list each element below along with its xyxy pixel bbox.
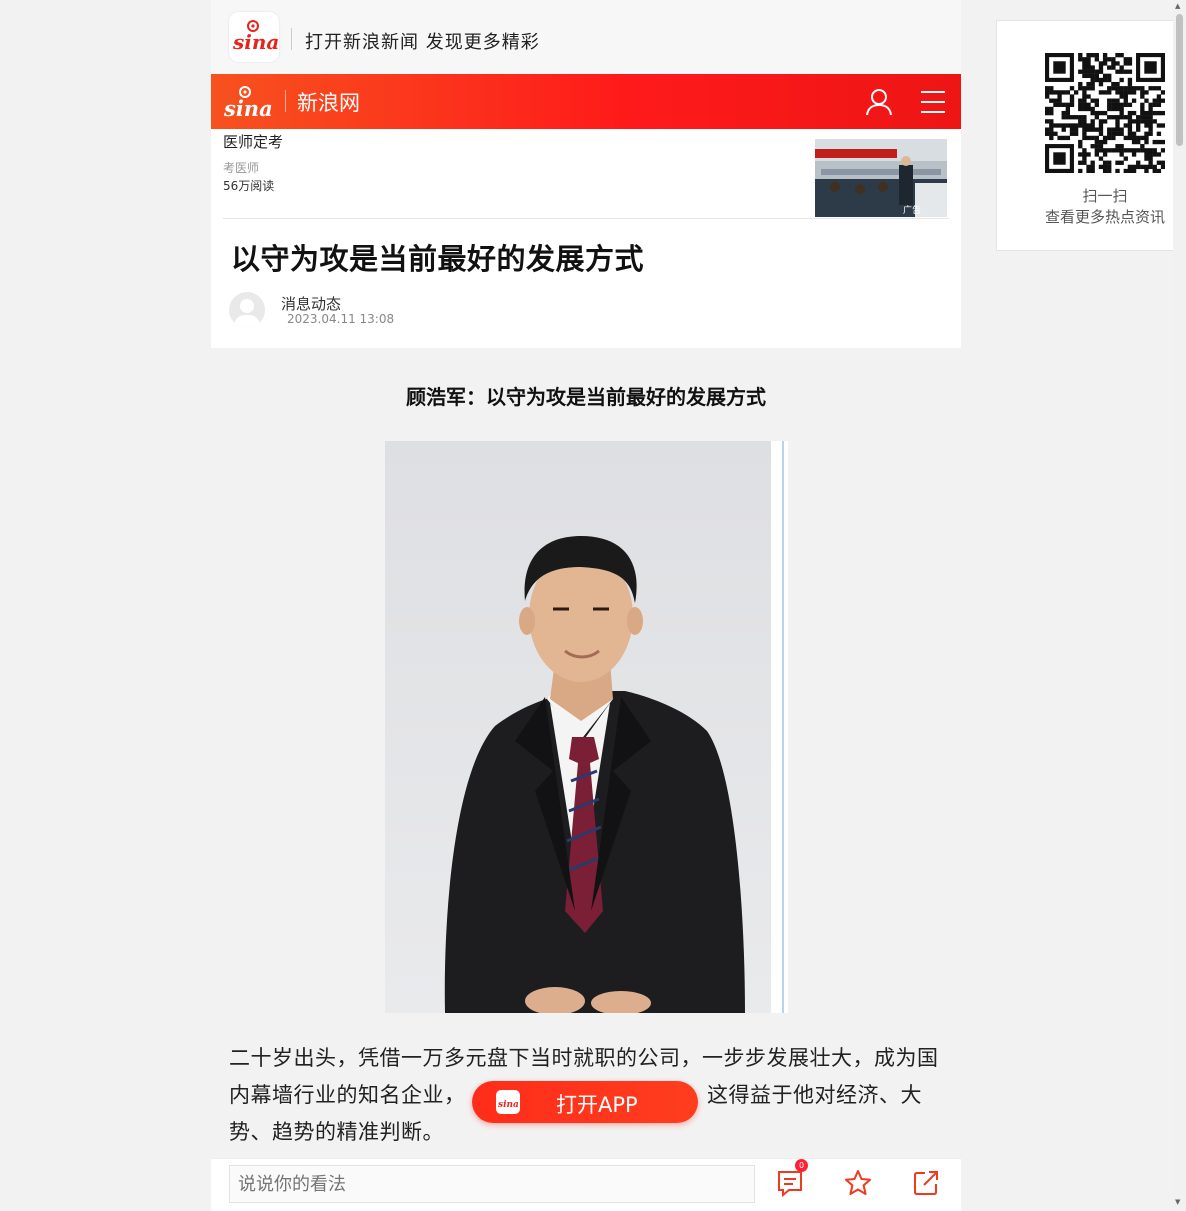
- svg-text:sina: sina: [498, 1100, 519, 1110]
- comment-input[interactable]: [229, 1165, 755, 1203]
- ad-image: 广告: [815, 139, 947, 217]
- share-icon[interactable]: [911, 1168, 941, 1198]
- portrait-photo: [385, 441, 788, 1015]
- favorite-star-icon[interactable]: [843, 1168, 873, 1198]
- comment-icon[interactable]: [775, 1168, 805, 1198]
- svg-text:sina: sina: [223, 96, 273, 121]
- scroll-up-arrow-icon[interactable]: ▲: [1175, 2, 1180, 10]
- qr-caption-scan: 扫一扫: [1082, 187, 1128, 205]
- header-divider: [285, 90, 286, 112]
- qr-code: [1045, 53, 1166, 174]
- sina-app-logo-icon: sina: [229, 12, 279, 62]
- article-title: 以守为攻是当前最好的发展方式: [231, 242, 645, 276]
- mobile-page: sina 打开新浪新闻 发现更多精彩 sina 新浪网 医师定考 考医师 56万…: [211, 0, 961, 1211]
- author-name[interactable]: 消息动态: [281, 293, 341, 314]
- download-banner[interactable]: sina 打开新浪新闻 发现更多精彩: [211, 0, 961, 74]
- banner-divider: [291, 28, 292, 50]
- menu-icon[interactable]: [917, 86, 949, 118]
- ad-card[interactable]: 医师定考 考医师 56万阅读 广告: [223, 129, 949, 219]
- bottom-action-bar: 0: [211, 1158, 961, 1211]
- ad-source: 考医师: [223, 161, 260, 175]
- sina-logo-icon[interactable]: sina: [223, 82, 275, 122]
- svg-text:sina: sina: [232, 30, 279, 54]
- qr-code-card: 扫一扫 查看更多热点资讯: [996, 20, 1174, 251]
- sina-small-logo-icon: sina: [496, 1090, 520, 1114]
- site-header: sina 新浪网: [211, 74, 961, 129]
- user-icon[interactable]: [863, 86, 895, 118]
- comment-count-badge: 0: [795, 1159, 808, 1172]
- ad-badge: 广告: [903, 204, 921, 216]
- page-scrollbar[interactable]: ▲ ▼: [1173, 0, 1186, 1210]
- qr-caption-more: 查看更多热点资讯: [1044, 208, 1165, 226]
- open-app-label: 打开APP: [556, 1093, 638, 1117]
- author-avatar[interactable]: [229, 292, 265, 328]
- publish-date: 2023.04.11 13:08: [287, 312, 395, 326]
- banner-text: 打开新浪新闻 发现更多精彩: [305, 32, 540, 53]
- ad-read-count: 56万阅读: [223, 179, 275, 193]
- article-subtitle: 顾浩军：以守为攻是当前最好的发展方式: [406, 385, 766, 409]
- scroll-thumb[interactable]: [1176, 14, 1183, 146]
- site-name[interactable]: 新浪网: [297, 87, 360, 117]
- scroll-down-arrow-icon[interactable]: ▼: [1175, 1198, 1180, 1206]
- ad-title: 医师定考: [223, 133, 284, 151]
- open-app-button[interactable]: sina 打开APP: [472, 1081, 698, 1123]
